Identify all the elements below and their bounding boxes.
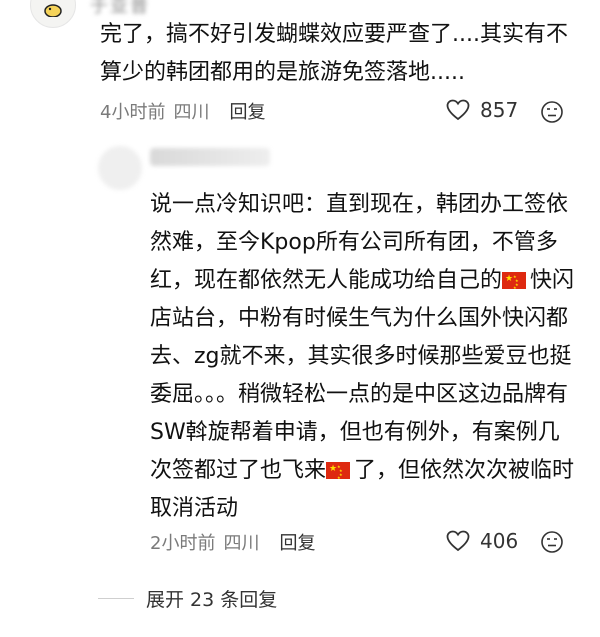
comment-location: 四川 — [173, 102, 210, 123]
reply-like-button[interactable]: 406 — [446, 529, 518, 553]
expand-replies-label: 展开 23 条回复 — [146, 589, 278, 611]
reply-username[interactable]: 红酱 — [150, 148, 270, 166]
user-avatar[interactable] — [30, 0, 76, 28]
reply-reply-button[interactable]: 回复 — [279, 529, 315, 555]
duck-avatar-icon — [44, 4, 62, 17]
reply-location: 四川 — [223, 533, 260, 554]
like-count: 857 — [480, 98, 519, 122]
comment-meta: 4小时前 四川 回复 — [100, 98, 265, 124]
reply-button[interactable]: 回复 — [229, 98, 265, 124]
divider-line — [98, 598, 134, 599]
heart-icon — [446, 530, 470, 552]
emoji-reaction-button[interactable] — [540, 100, 564, 124]
reply-comment-meta: 2小时前 四川 回复 — [150, 529, 315, 555]
reply-text-part2: 快闪店站台，中粉有时候生气为什么国外快闪都去、zg就不来，其实很多时候那些爱豆也… — [150, 268, 575, 483]
reply-user-avatar[interactable] — [98, 146, 142, 190]
reply-time: 2小时前 — [150, 533, 216, 554]
like-button[interactable]: 857 — [446, 98, 518, 122]
reply-comment-text: 说一点冷知识吧：直到现在，韩团办工签依然难，至今Kpop所有公司所有团，不管多红… — [150, 186, 580, 528]
china-flag-icon: ★ ★ ★ ★ ★ — [502, 272, 527, 290]
comment-text: 完了，搞不好引发蝴蝶效应要严查了....其实有不算少的韩团都用的是旅游免签落地.… — [100, 22, 568, 85]
comment-time: 4小时前 — [100, 102, 166, 123]
sad-face-icon — [541, 531, 563, 553]
heart-icon — [446, 99, 470, 121]
reply-emoji-reaction-button[interactable] — [540, 530, 564, 554]
sad-face-icon — [541, 101, 563, 123]
china-flag-icon: ★ ★ ★ ★ ★ — [326, 462, 351, 480]
reply-like-count: 406 — [480, 529, 519, 553]
expand-replies-button[interactable]: 展开 23 条回复 — [98, 585, 277, 612]
